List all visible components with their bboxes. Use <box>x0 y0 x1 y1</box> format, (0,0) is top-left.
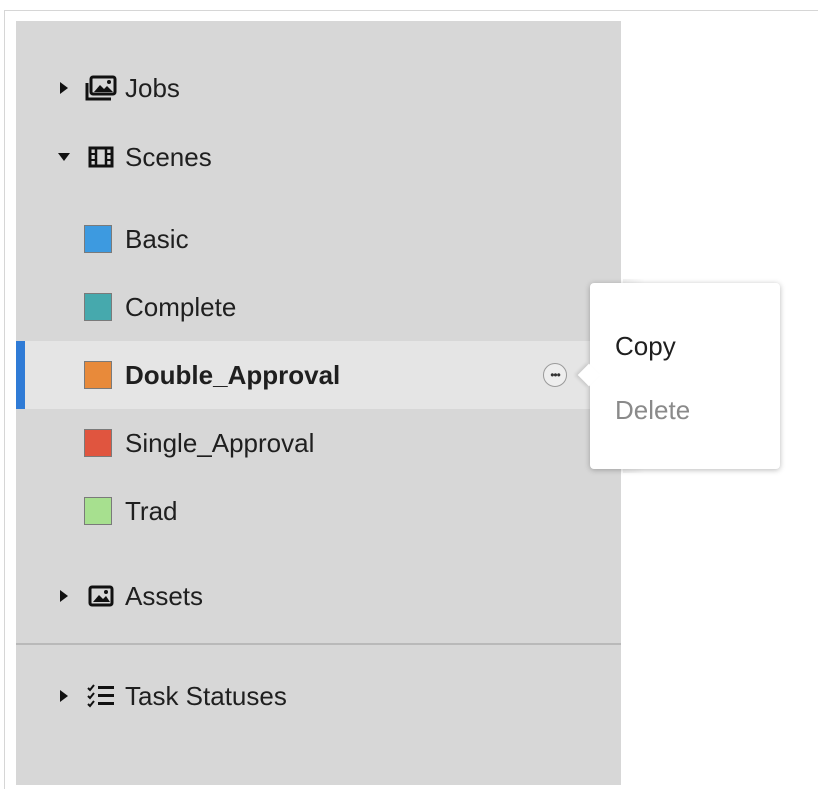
menu-item-copy[interactable]: Copy <box>615 331 676 361</box>
ellipsis-icon: ••• <box>550 368 561 382</box>
scene-item-trad[interactable]: Trad <box>16 477 621 545</box>
scene-item-double-approval[interactable]: Double_Approval ••• <box>16 341 621 409</box>
color-swatch <box>84 293 112 321</box>
color-swatch <box>84 361 112 389</box>
checklist-icon <box>84 683 118 709</box>
caret-right-icon[interactable] <box>60 82 68 94</box>
selection-indicator <box>16 341 25 409</box>
scene-item-basic[interactable]: Basic <box>16 205 621 273</box>
scene-item-label: Double_Approval <box>125 360 341 390</box>
image-icon <box>84 583 118 609</box>
project-tree-sidebar: Jobs Scenes Basic Complete Double_Approv… <box>16 21 621 785</box>
tree-node-label: Scenes <box>125 142 212 172</box>
more-options-button[interactable]: ••• <box>543 363 567 387</box>
tree-node-scenes[interactable]: Scenes <box>16 137 621 177</box>
scene-item-label: Trad <box>125 496 178 526</box>
tree-node-label: Task Statuses <box>125 681 287 711</box>
caret-down-icon[interactable] <box>58 153 70 161</box>
scene-item-label: Single_Approval <box>125 428 315 458</box>
context-menu: Copy Delete <box>577 283 780 469</box>
tree-node-task-statuses[interactable]: Task Statuses <box>16 676 621 716</box>
menu-item-delete[interactable]: Delete <box>615 395 690 425</box>
film-icon <box>84 144 118 170</box>
color-swatch <box>84 429 112 457</box>
scene-item-complete[interactable]: Complete <box>16 273 621 341</box>
tree-node-jobs[interactable]: Jobs <box>16 68 621 108</box>
scene-item-single-approval[interactable]: Single_Approval <box>16 409 621 477</box>
caret-right-icon[interactable] <box>60 690 68 702</box>
scene-item-label: Basic <box>125 224 189 254</box>
tree-node-assets[interactable]: Assets <box>16 576 621 616</box>
caret-right-icon[interactable] <box>60 590 68 602</box>
tree-node-label: Assets <box>125 581 204 611</box>
section-divider <box>16 643 621 645</box>
color-swatch <box>84 225 112 253</box>
scene-item-label: Complete <box>125 292 237 322</box>
color-swatch <box>84 497 112 525</box>
tree-node-label: Jobs <box>125 73 180 103</box>
images-icon <box>84 75 118 101</box>
